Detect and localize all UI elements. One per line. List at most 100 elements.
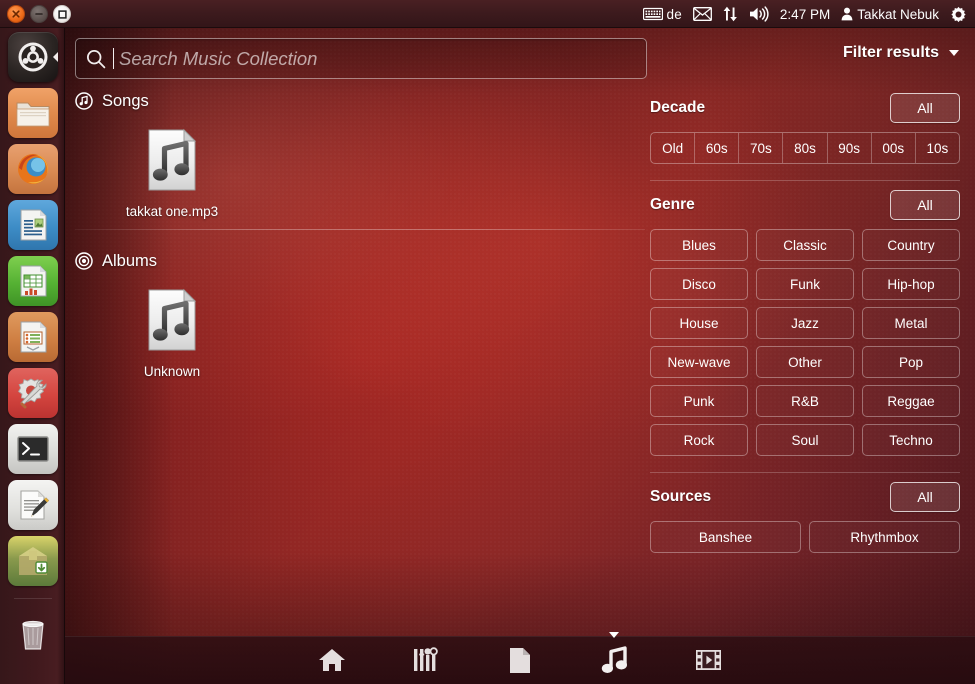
decade-option-90s[interactable]: 90s [828,133,872,163]
all-label: All [917,100,933,116]
option-label: 60s [705,140,728,156]
decade-option-10s[interactable]: 10s [916,133,959,163]
genre-option-funk[interactable]: Funk [756,268,854,300]
music-note-icon [601,646,627,673]
genre-option-blues[interactable]: Blues [650,229,748,261]
option-label: Pop [898,354,924,370]
lens-video[interactable] [691,643,725,677]
launcher-item-text-editor[interactable] [7,480,58,530]
document-writer-icon [20,209,46,241]
launcher-item-libreoffice-writer[interactable] [7,200,58,250]
filter-genre-all-button[interactable]: All [890,190,960,220]
genre-option-hip-hop[interactable]: Hip-hop [862,268,960,300]
maximize-icon [57,9,67,19]
genre-option-house[interactable]: House [650,307,748,339]
genre-option-soul[interactable]: Soul [756,424,854,456]
option-label: Reggae [887,393,935,409]
indicator-session[interactable]: Takkat Nebuk [841,7,939,22]
filter-panel: Decade All Old 60s 70s 80s 90s 00s 10s G… [650,88,960,628]
option-label: 10s [926,140,949,156]
indicator-datetime[interactable]: 2:47 PM [780,7,830,22]
option-label: Soul [791,432,819,448]
option-label: 80s [794,140,816,156]
decade-option-00s[interactable]: 00s [872,133,916,163]
decade-option-60s[interactable]: 60s [695,133,740,163]
indicator-sound[interactable] [749,6,769,22]
close-window-button[interactable] [7,5,25,23]
launcher-item-libreoffice-impress[interactable] [7,312,58,362]
software-center-bag-icon [18,547,48,575]
filter-sources: Sources All Banshee Rhythmbox [650,477,960,553]
group-header[interactable]: Songs [75,88,645,114]
lens-home[interactable] [315,643,349,677]
indicator-network[interactable] [723,6,738,22]
audio-file-icon [148,128,197,191]
window-controls [7,5,71,23]
minimize-window-button[interactable] [30,5,48,23]
lens-music[interactable] [597,632,631,677]
result-tiles: takkat one.mp3 [75,114,645,219]
option-label: Country [887,237,935,253]
top-panel: de 2:47 PM Takkat Nebuk [0,0,975,28]
genre-option-country[interactable]: Country [862,229,960,261]
filter-decade-header: Decade All [650,88,960,128]
search-input[interactable]: Search Music Collection [119,48,317,70]
option-label: Rhythmbox [850,529,919,545]
search-bar[interactable]: Search Music Collection [75,38,647,79]
decade-option-old[interactable]: Old [651,133,696,163]
option-label: 70s [749,140,772,156]
filter-sources-all-button[interactable]: All [890,482,960,512]
option-label: Punk [683,393,715,409]
filter-divider [650,180,960,181]
option-label: Blues [682,237,716,253]
genre-option-disco[interactable]: Disco [650,268,748,300]
option-label: Hip-hop [887,276,935,292]
unity-launcher [0,28,65,684]
result-tile[interactable]: Unknown [107,288,237,379]
launcher-item-terminal[interactable] [7,424,58,474]
launcher-items [0,28,65,660]
lens-applications[interactable] [409,643,443,677]
genre-option-other[interactable]: Other [756,346,854,378]
option-label: Banshee [698,529,753,545]
genre-option-punk[interactable]: Punk [650,385,748,417]
genre-option-jazz[interactable]: Jazz [756,307,854,339]
decade-option-70s[interactable]: 70s [739,133,784,163]
all-label: All [917,197,933,213]
indicator-system-settings[interactable] [950,6,967,23]
filter-decade-all-button[interactable]: All [890,93,960,123]
maximize-window-button[interactable] [53,5,71,23]
genre-option-reggae[interactable]: Reggae [862,385,960,417]
keyboard-icon [642,7,663,21]
panel-indicators: de 2:47 PM Takkat Nebuk [642,6,975,23]
source-option-banshee[interactable]: Banshee [650,521,801,553]
decade-option-80s[interactable]: 80s [783,133,828,163]
launcher-item-libreoffice-calc[interactable] [7,256,58,306]
launcher-item-trash[interactable] [8,610,58,660]
launcher-item-files-nautilus[interactable] [7,88,58,138]
indicator-keyboard[interactable]: de [642,7,682,22]
launcher-item-system-settings[interactable] [7,368,58,418]
launcher-item-ubuntu-software-center[interactable] [7,536,58,586]
launcher-item-firefox[interactable] [7,144,58,194]
result-tile[interactable]: takkat one.mp3 [107,128,237,219]
source-option-rhythmbox[interactable]: Rhythmbox [809,521,960,553]
launcher-item-ubuntu-dash-button[interactable] [7,32,58,82]
option-label: Other [788,354,822,370]
indicator-messaging[interactable] [692,7,712,21]
genre-option-rock[interactable]: Rock [650,424,748,456]
result-tile-label: takkat one.mp3 [125,204,219,219]
filter-results-toggle[interactable]: Filter results [843,44,959,62]
genre-option-classic[interactable]: Classic [756,229,854,261]
lens-files[interactable] [503,643,537,677]
genre-option-rnb[interactable]: R&B [756,385,854,417]
chevron-down-icon [949,50,959,56]
genre-options-grid: Blues Classic Country Disco Funk Hip-hop… [650,229,960,456]
group-header[interactable]: Albums [75,248,645,274]
genre-option-pop[interactable]: Pop [862,346,960,378]
mail-icon [692,7,712,21]
genre-option-techno[interactable]: Techno [862,424,960,456]
genre-option-new-wave[interactable]: New-wave [650,346,748,378]
user-icon [841,7,853,21]
genre-option-metal[interactable]: Metal [862,307,960,339]
